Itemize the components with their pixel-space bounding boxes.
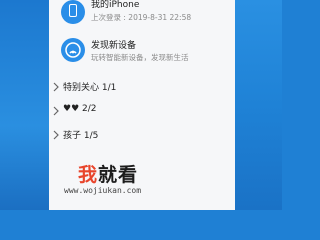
group-hearts[interactable]: ♥♥ 2/2 [49, 101, 235, 121]
device-name: 我的iPhone [91, 0, 140, 10]
watermark-url: www.wojiukan.com [64, 186, 142, 195]
watermark-brand: 我就看 [78, 164, 139, 186]
group-special-care[interactable]: 特别关心 1/1 [49, 77, 235, 97]
group-label: 特别关心 1/1 [63, 83, 117, 93]
group-children[interactable]: 孩子 1/5 [49, 125, 235, 145]
wifi-signal-icon [61, 38, 85, 62]
discover-subtitle: 玩转智能新设备，发现新生活 [91, 53, 189, 62]
discover-devices-item[interactable]: 发现新设备 玩转智能新设备，发现新生活 [49, 34, 235, 70]
site-watermark: 我就看 www.wojiukan.com [42, 158, 192, 210]
phone-icon [61, 0, 85, 24]
chevron-right-icon [53, 106, 59, 116]
my-device-item[interactable]: 我的iPhone 上次登录 : 2019-8-31 22:58 [49, 0, 235, 32]
desktop-background-right [235, 0, 282, 210]
chevron-right-icon [53, 130, 59, 140]
group-label: 孩子 1/5 [63, 131, 99, 141]
chevron-right-icon [53, 82, 59, 92]
group-label: ♥♥ 2/2 [63, 104, 97, 114]
last-login-text: 上次登录 : 2019-8-31 22:58 [91, 13, 192, 22]
discover-title: 发现新设备 [91, 41, 137, 51]
